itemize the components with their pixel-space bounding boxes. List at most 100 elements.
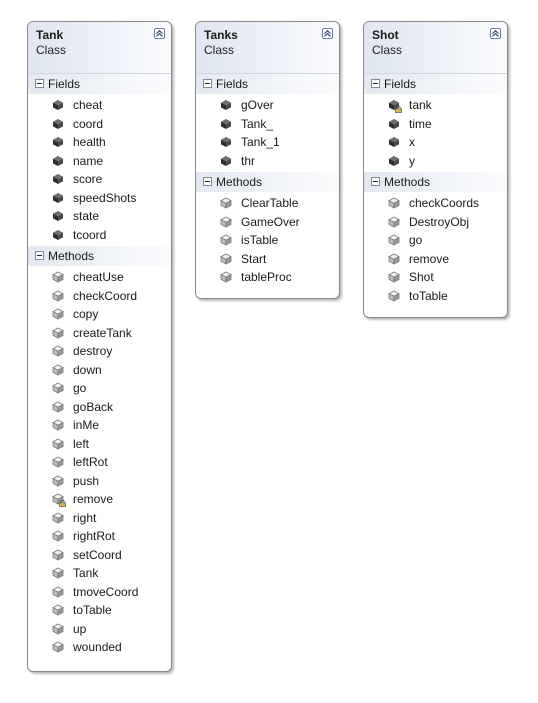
minus-toggle-icon[interactable] <box>35 251 44 260</box>
field-item[interactable]: gOver <box>196 96 339 115</box>
method-item[interactable]: checkCoord <box>28 287 171 306</box>
minus-toggle-icon[interactable] <box>203 177 212 186</box>
field-item[interactable]: speedShots <box>28 189 171 208</box>
class-header: Tanks Class <box>196 22 339 74</box>
fields-section-header[interactable]: Fields <box>28 74 171 94</box>
minus-toggle-icon[interactable] <box>35 79 44 88</box>
section-label: Fields <box>384 77 417 91</box>
method-item[interactable]: up <box>28 620 171 639</box>
method-item[interactable]: leftRot <box>28 453 171 472</box>
method-name: cheatUse <box>73 270 124 284</box>
method-item[interactable]: createTank <box>28 324 171 343</box>
method-item[interactable]: left <box>28 435 171 454</box>
minus-toggle-icon[interactable] <box>371 79 380 88</box>
method-icon <box>52 419 64 431</box>
field-item[interactable]: tank <box>364 96 507 115</box>
minus-toggle-icon[interactable] <box>203 79 212 88</box>
field-item[interactable]: Tank_1 <box>196 133 339 152</box>
method-name: Shot <box>409 270 434 284</box>
fields-section: Fields tank time x y <box>364 74 507 172</box>
method-item[interactable]: remove <box>364 250 507 269</box>
method-item[interactable]: right <box>28 509 171 528</box>
method-name: checkCoord <box>73 288 138 303</box>
method-icon <box>220 216 232 228</box>
field-item[interactable]: state <box>28 207 171 226</box>
method-item[interactable]: rightRot <box>28 527 171 546</box>
field-item[interactable]: y <box>364 152 507 171</box>
field-item[interactable]: coord <box>28 115 171 134</box>
field-item[interactable]: x <box>364 133 507 152</box>
section-label: Methods <box>48 249 95 263</box>
method-icon <box>52 549 64 561</box>
method-name: goBack <box>73 399 114 414</box>
method-name: go <box>409 233 423 247</box>
method-icon <box>220 197 232 209</box>
fields-section-header[interactable]: Fields <box>364 74 507 94</box>
field-icon <box>52 118 64 130</box>
method-icon <box>52 382 64 394</box>
method-item[interactable]: isTable <box>196 231 339 250</box>
field-item[interactable]: score <box>28 170 171 189</box>
section-label: Fields <box>216 77 249 91</box>
field-item[interactable]: Tank_ <box>196 115 339 134</box>
methods-section-header[interactable]: Methods <box>28 246 171 266</box>
collapse-chevron-icon[interactable] <box>154 28 165 39</box>
method-item[interactable]: toTable <box>28 601 171 620</box>
method-name: GameOver <box>241 214 300 229</box>
method-item[interactable]: destroy <box>28 342 171 361</box>
method-icon <box>52 475 64 487</box>
class-box-tank[interactable]: Tank Class Fields cheat coord health name sc… <box>27 21 172 672</box>
method-item[interactable]: remove <box>28 490 171 509</box>
method-item[interactable]: Start <box>196 250 339 269</box>
method-item[interactable]: checkCoords <box>364 194 507 213</box>
method-name: destroy <box>73 344 113 358</box>
method-item[interactable]: cheatUse <box>28 268 171 287</box>
methods-list: ClearTable GameOver isTable Start tableProc <box>196 192 339 289</box>
field-icon <box>220 155 232 167</box>
collapse-chevron-icon[interactable] <box>490 28 501 39</box>
field-name: x <box>409 135 415 149</box>
fields-list: cheat coord health name score speedShots state… <box>28 94 171 246</box>
method-icon <box>52 401 64 413</box>
method-item[interactable]: toTable <box>364 287 507 306</box>
method-item[interactable]: GameOver <box>196 213 339 232</box>
collapse-chevron-icon[interactable] <box>322 28 333 39</box>
method-item[interactable]: setCoord <box>28 546 171 565</box>
fields-section-header[interactable]: Fields <box>196 74 339 94</box>
method-item[interactable]: tmoveCoord <box>28 583 171 602</box>
method-name: Start <box>241 251 267 266</box>
method-icon <box>52 308 64 320</box>
methods-section-header[interactable]: Methods <box>196 172 339 192</box>
minus-toggle-icon[interactable] <box>371 177 380 186</box>
method-item[interactable]: Shot <box>364 268 507 287</box>
class-box-shot[interactable]: Shot Class Fields tank time x y Methods che… <box>363 21 508 318</box>
method-item[interactable]: DestroyObj <box>364 213 507 232</box>
method-item[interactable]: go <box>28 379 171 398</box>
field-item[interactable]: tcoord <box>28 226 171 245</box>
class-kind: Class <box>372 43 403 57</box>
method-icon <box>52 623 64 635</box>
section-label: Fields <box>48 77 81 91</box>
method-item[interactable]: tableProc <box>196 268 339 287</box>
method-item[interactable]: copy <box>28 305 171 324</box>
class-box-tanks[interactable]: Tanks Class Fields gOver Tank_ Tank_1 thr M… <box>195 21 340 299</box>
method-item[interactable]: push <box>28 472 171 491</box>
method-icon <box>52 493 66 507</box>
method-item[interactable]: Tank <box>28 564 171 583</box>
field-item[interactable]: cheat <box>28 96 171 115</box>
method-item[interactable]: go <box>364 231 507 250</box>
field-item[interactable]: time <box>364 115 507 134</box>
method-icon <box>388 234 400 246</box>
method-item[interactable]: down <box>28 361 171 380</box>
class-name: Shot <box>372 28 399 42</box>
field-item[interactable]: name <box>28 152 171 171</box>
method-item[interactable]: ClearTable <box>196 194 339 213</box>
method-item[interactable]: goBack <box>28 398 171 417</box>
field-item[interactable]: health <box>28 133 171 152</box>
field-item[interactable]: thr <box>196 152 339 171</box>
method-item[interactable]: inMe <box>28 416 171 435</box>
method-item[interactable]: wounded <box>28 638 171 657</box>
field-icon <box>52 192 64 204</box>
methods-section-header[interactable]: Methods <box>364 172 507 192</box>
method-icon <box>388 253 400 265</box>
